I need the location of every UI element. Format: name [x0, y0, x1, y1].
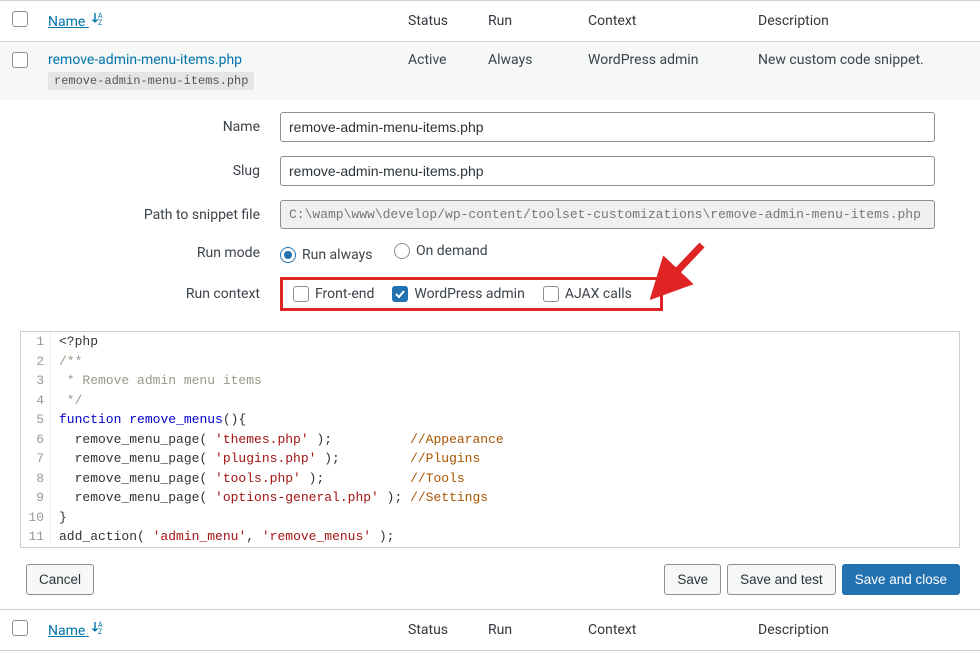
code-line: 2/** — [21, 352, 959, 372]
code-line: 1<?php — [21, 332, 959, 352]
snippet-context: WordPress admin — [580, 42, 750, 101]
svg-text:Z: Z — [98, 628, 102, 635]
table-header: Name AZ Status Run Context Description — [0, 1, 980, 42]
annotation-arrow-icon — [650, 241, 710, 301]
column-context: Context — [580, 1, 750, 42]
radio-icon — [394, 243, 410, 259]
snippet-run: Always — [480, 42, 580, 101]
column-context-footer: Context — [580, 609, 750, 650]
save-button[interactable]: Save — [664, 564, 721, 595]
code-line: 9 remove_menu_page( 'options-general.php… — [21, 488, 959, 508]
name-input[interactable] — [280, 112, 935, 142]
name-label: Name — [20, 119, 280, 135]
column-status: Status — [400, 1, 480, 42]
column-name-label: Name — [48, 14, 85, 30]
snippet-slug-badge: remove-admin-menu-items.php — [48, 72, 254, 90]
edit-form: Name Slug Path to snippet file — [0, 100, 980, 331]
context-ajax[interactable]: AJAX calls — [543, 286, 632, 302]
sort-icon: AZ — [92, 621, 103, 635]
column-description-footer: Description — [750, 609, 980, 650]
checkbox-icon — [293, 286, 309, 302]
snippet-name-link[interactable]: remove-admin-menu-items.php — [48, 52, 242, 68]
save-test-button[interactable]: Save and test — [727, 564, 836, 595]
column-run-footer: Run — [480, 609, 580, 650]
run-mode-label: Run mode — [20, 245, 280, 261]
column-description: Description — [750, 1, 980, 42]
select-all-checkbox[interactable] — [12, 11, 28, 27]
slug-label: Slug — [20, 163, 280, 179]
column-status-footer: Status — [400, 609, 480, 650]
run-mode-ondemand[interactable]: On demand — [394, 243, 488, 259]
radio-icon — [280, 247, 296, 263]
snippet-row: remove-admin-menu-items.php remove-admin… — [0, 42, 980, 101]
column-name-sort[interactable]: Name AZ — [48, 14, 103, 30]
run-context-label: Run context — [20, 286, 280, 302]
run-mode-always-label: Run always — [302, 247, 372, 263]
save-close-button[interactable]: Save and close — [842, 564, 960, 595]
column-name-label-footer: Name — [48, 623, 85, 639]
checkbox-icon — [543, 286, 559, 302]
code-line: 4 */ — [21, 391, 959, 411]
context-frontend[interactable]: Front-end — [293, 286, 374, 302]
run-mode-ondemand-label: On demand — [416, 243, 488, 259]
context-wpadmin-label: WordPress admin — [414, 286, 524, 302]
row-checkbox[interactable] — [12, 52, 28, 68]
path-label: Path to snippet file — [20, 207, 280, 223]
column-name-sort-footer[interactable]: Name AZ — [48, 623, 103, 639]
code-line: 10} — [21, 508, 959, 528]
select-all-checkbox-footer[interactable] — [12, 620, 28, 636]
context-frontend-label: Front-end — [315, 286, 374, 302]
snippet-description: New custom code snippet. — [750, 42, 980, 101]
code-line: 7 remove_menu_page( 'plugins.php' ); //P… — [21, 449, 959, 469]
code-line: 3 * Remove admin menu items — [21, 371, 959, 391]
svg-text:Z: Z — [98, 19, 102, 26]
path-input — [280, 200, 935, 229]
checkbox-icon — [392, 286, 408, 302]
code-line: 5function remove_menus(){ — [21, 410, 959, 430]
run-mode-always[interactable]: Run always — [280, 247, 372, 263]
context-wpadmin[interactable]: WordPress admin — [392, 286, 524, 302]
table-footer: Name AZ Status Run Context Description — [0, 609, 980, 650]
sort-icon: AZ — [92, 12, 103, 26]
code-line: 11add_action( 'admin_menu', 'remove_menu… — [21, 527, 959, 547]
code-editor[interactable]: 1<?php2/**3 * Remove admin menu items4 *… — [20, 331, 960, 548]
code-line: 6 remove_menu_page( 'themes.php' ); //Ap… — [21, 430, 959, 450]
column-run: Run — [480, 1, 580, 42]
slug-input[interactable] — [280, 156, 935, 186]
code-line: 8 remove_menu_page( 'tools.php' ); //Too… — [21, 469, 959, 489]
context-ajax-label: AJAX calls — [565, 286, 632, 302]
cancel-button[interactable]: Cancel — [26, 564, 94, 595]
snippet-status: Active — [400, 42, 480, 101]
run-context-highlight: Front-end WordPress admin AJAX calls — [280, 277, 663, 311]
